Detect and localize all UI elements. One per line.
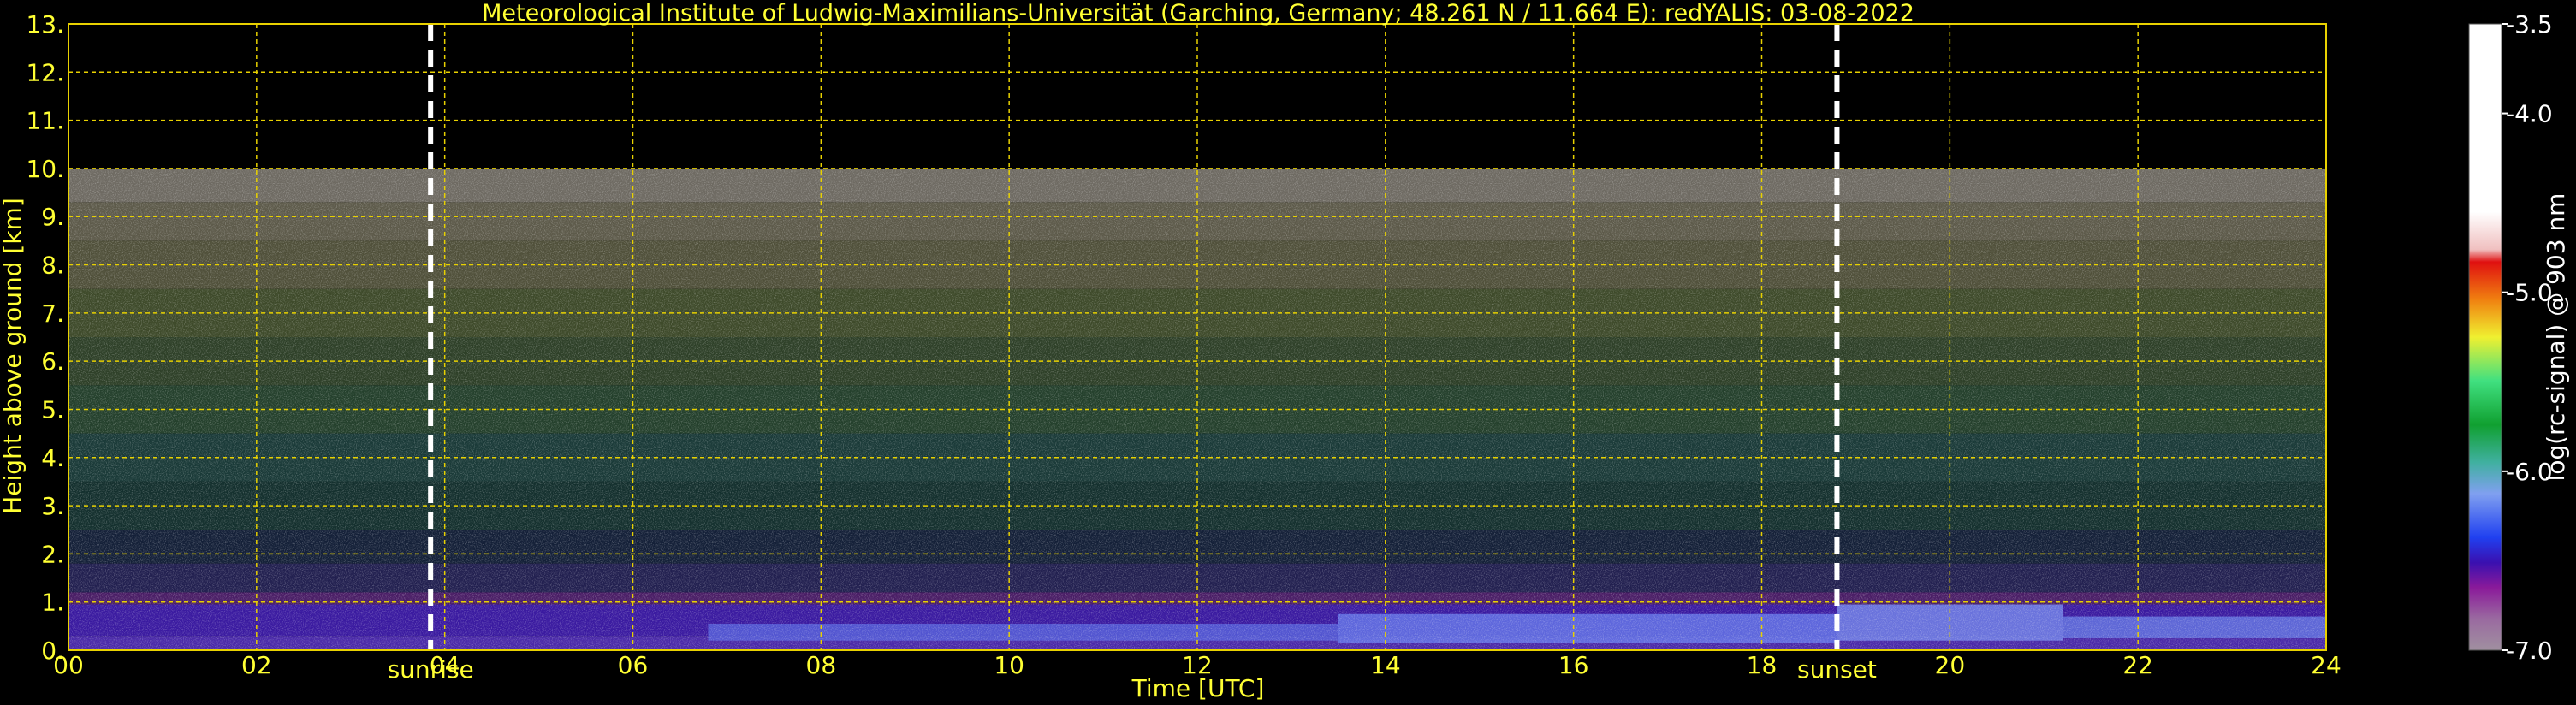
x-tick-label: 10	[994, 651, 1024, 679]
colorbar	[2468, 23, 2502, 651]
y-tick-label: 0.	[41, 637, 64, 665]
chart-title: Meteorological Institute of Ludwig-Maxim…	[482, 0, 1914, 27]
colorbar-tick-label: -4.0	[2506, 100, 2553, 128]
y-tick-label: 4.	[41, 444, 64, 472]
y-tick-label: 12.	[26, 58, 64, 86]
x-tick-label: 14	[1370, 651, 1401, 679]
x-tick-label: 16	[1558, 651, 1589, 679]
colorbar-tick-label: -3.5	[2506, 10, 2553, 39]
x-tick-label: 04	[430, 651, 460, 679]
y-tick-label: 5.	[41, 395, 64, 424]
colorbar-tick-label: -7.0	[2506, 637, 2553, 665]
y-tick-labels: 0. 1. 2. 3. 4. 5. 6. 7. 8. 9. 10. 11. 12. 13.	[26, 10, 64, 665]
y-tick-label: 3.	[41, 492, 64, 520]
colorbar-gradient	[2469, 24, 2502, 650]
y-axis-label: Height above ground [km]	[0, 198, 27, 514]
y-tick-label: 7.	[41, 299, 64, 328]
y-tick-label: 1.	[41, 589, 64, 617]
x-tick-label: 22	[2122, 651, 2153, 679]
x-tick-label: 24	[2311, 651, 2342, 679]
y-tick-label: 6.	[41, 347, 64, 376]
y-tick-label: 13.	[26, 10, 64, 39]
y-tick-label: 9.	[41, 203, 64, 231]
y-tick-label: 2.	[41, 540, 64, 568]
x-tick-label: 20	[1935, 651, 1966, 679]
x-axis-label: Time [UTC]	[1131, 674, 1265, 702]
lidar-chart: sunrise sunset 00 02 04 06 08 10 12 14 16 18 20 22 24…	[0, 0, 2570, 702]
x-tick-label: 08	[806, 651, 837, 679]
x-tick-label: 02	[241, 651, 272, 679]
colorbar-label: log(rc-signal) @ 903 nm	[2542, 193, 2570, 482]
x-tick-label: 06	[618, 651, 649, 679]
sunset-label: sunset	[1797, 655, 1877, 684]
y-tick-label: 11.	[26, 107, 64, 135]
y-tick-label: 10.	[26, 155, 64, 183]
y-tick-label: 8.	[41, 252, 64, 280]
x-tick-label: 18	[1747, 651, 1778, 679]
